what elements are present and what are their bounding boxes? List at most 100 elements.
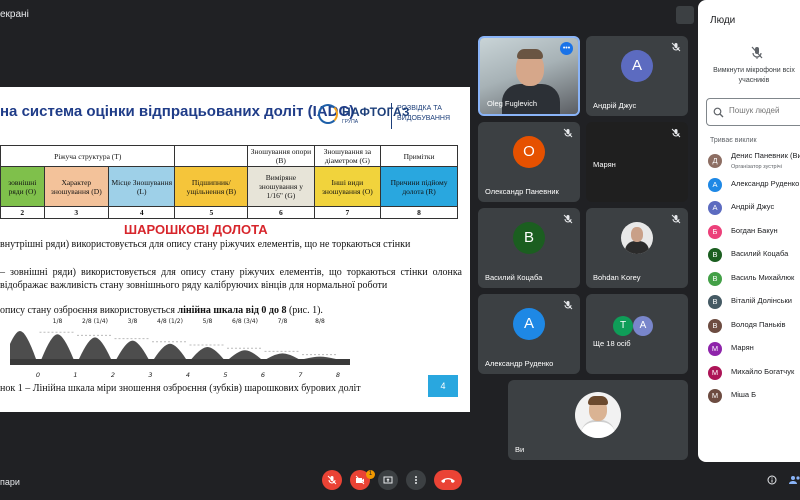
self-photo bbox=[575, 392, 621, 439]
table-head-empty bbox=[174, 145, 249, 167]
list-item[interactable]: М Михайло Богатчук bbox=[698, 362, 800, 386]
avatar: А bbox=[633, 316, 653, 336]
avatar-photo-head bbox=[631, 227, 643, 243]
hang-up-icon bbox=[441, 478, 455, 483]
leave-call-button[interactable] bbox=[434, 470, 462, 490]
mic-off-icon bbox=[671, 42, 681, 52]
person-name: Андрій Джус bbox=[731, 202, 775, 211]
avatar: Д bbox=[708, 154, 722, 168]
scale-top-label: 2/8 (1/4) bbox=[82, 318, 108, 325]
mic-off-icon bbox=[327, 475, 337, 485]
scale-tooth bbox=[229, 350, 261, 359]
table-num: 7 bbox=[313, 206, 382, 219]
person-name: Василий Коцаба bbox=[731, 249, 789, 258]
list-item[interactable]: В Василь Михайлюк bbox=[698, 268, 800, 292]
list-item[interactable]: М Міша Б bbox=[698, 385, 800, 409]
tile-aleksandr-rudenko[interactable]: А Александр Руденко bbox=[478, 294, 580, 374]
scale-top-label: 5/8 bbox=[203, 318, 213, 325]
mute-all-button[interactable]: Вимкнути мікрофони всіх учасників bbox=[700, 66, 800, 86]
list-item[interactable]: М Марян bbox=[698, 338, 800, 362]
list-item[interactable]: В Василий Коцаба bbox=[698, 244, 800, 268]
scale-bottom-label: 7 bbox=[298, 371, 303, 379]
avatar: А bbox=[621, 50, 653, 83]
avatar: О bbox=[513, 136, 545, 169]
participant-name: Андрій Джус bbox=[593, 101, 637, 110]
info-button[interactable] bbox=[762, 470, 782, 490]
tile-more-participants[interactable]: Т А Ще 18 осіб bbox=[586, 294, 688, 374]
list-item[interactable]: Б Богдан Бакун bbox=[698, 221, 800, 245]
avatar: М bbox=[708, 365, 722, 380]
avatar: А bbox=[513, 308, 545, 341]
present-button[interactable] bbox=[378, 470, 398, 490]
table-cell-location: Місце Зношування (L) bbox=[107, 166, 176, 207]
tile-marian[interactable]: Марян bbox=[586, 122, 688, 202]
person-name: Михайло Богатчук bbox=[731, 366, 795, 376]
scale-bottom-label: 0 bbox=[36, 371, 40, 379]
person-name: Василь Михайлюк bbox=[731, 272, 795, 282]
slide-title: на система оцінки відпрацьованих доліт (… bbox=[0, 103, 355, 120]
search-input[interactable] bbox=[729, 106, 800, 115]
mic-toggle-button[interactable] bbox=[322, 470, 342, 490]
logo-tagline: РОЗВІДКА ТА ВИДОБУВАННЯ bbox=[397, 105, 451, 122]
scale-tooth bbox=[79, 337, 111, 359]
avatar: В bbox=[708, 271, 722, 286]
scale-top-label: 1/8 bbox=[53, 318, 63, 325]
scale-top-label: 6/8 (3/4) bbox=[232, 318, 258, 325]
shared-slide: на система оцінки відпрацьованих доліт (… bbox=[0, 87, 470, 412]
top-bar: екрані bbox=[0, 0, 700, 30]
scale-tooth bbox=[10, 331, 36, 359]
more-options-button[interactable] bbox=[406, 470, 426, 490]
scale-bottom-label: 4 bbox=[186, 371, 190, 379]
participant-list: Д Денис Паневник (Ви) Організатор зустрічі… bbox=[698, 150, 800, 409]
more-participants-label: Ще 18 осіб bbox=[593, 339, 631, 348]
tile-self[interactable]: Ви bbox=[508, 380, 688, 460]
speaking-indicator-icon: ••• bbox=[560, 42, 573, 55]
tile-oleksandr-panevnyk[interactable]: О Олександр Паневник bbox=[478, 122, 580, 202]
tile-vasyl-kotsaba[interactable]: В Василий Коцаба bbox=[478, 208, 580, 288]
person-role: Організатор зустрічі bbox=[731, 164, 782, 170]
avatar: А bbox=[708, 201, 722, 215]
list-item[interactable]: А Андрій Джус bbox=[698, 197, 800, 221]
avatar: В bbox=[708, 318, 722, 333]
list-item[interactable]: А Александр Руденко bbox=[698, 174, 800, 198]
page-number: 4 bbox=[428, 375, 458, 397]
camera-off-icon bbox=[355, 475, 365, 485]
list-item[interactable]: Д Денис Паневник (Ви) Організатор зустрічі bbox=[698, 150, 800, 174]
people-button[interactable] bbox=[784, 470, 800, 490]
presenting-label: екрані bbox=[0, 9, 29, 20]
mic-off-icon bbox=[563, 128, 573, 138]
paragraph-inner-rows: внутрішні ряди) використовується для опи… bbox=[0, 239, 411, 250]
people-icon bbox=[789, 476, 800, 484]
person-name: Володя Паньків bbox=[731, 319, 786, 329]
participant-name: Марян bbox=[593, 160, 616, 169]
tile-bohdan-korey[interactable]: Bohdan Korey bbox=[586, 208, 688, 288]
participant-name: Bohdan Korey bbox=[593, 273, 641, 282]
naftogaz-logo: НАФТОГАЗ ГРУПА РОЗВІДКА ТА ВИДОБУВАННЯ bbox=[318, 101, 468, 131]
avatar: В bbox=[708, 295, 722, 309]
tile-oleg-fuglevich[interactable]: ••• Oleg Fuglevich bbox=[478, 36, 580, 116]
person-name: Марян bbox=[731, 343, 754, 352]
scale-bottom-label: 1 bbox=[73, 371, 77, 379]
wear-scale-figure: 1/8 2/8 (1/4) 3/8 4/8 (1/2) 5/8 6/8 (3/4) 7/8 8… bbox=[10, 318, 350, 379]
naftogaz-logo-icon bbox=[318, 104, 338, 124]
layout-button[interactable] bbox=[676, 6, 694, 24]
scale-top-label: 8/8 bbox=[315, 318, 325, 325]
meeting-title: пари bbox=[0, 477, 20, 487]
table-num: 2 bbox=[0, 206, 45, 219]
figure-caption: нок 1 – Лінійна шкала міри зношення озбр… bbox=[0, 383, 361, 394]
mute-all-icon[interactable] bbox=[751, 46, 763, 60]
logo-brand-sub: ГРУПА bbox=[342, 119, 359, 125]
person-name: Александр Руденко bbox=[731, 178, 800, 188]
list-item[interactable]: В Віталій Долінськи bbox=[698, 291, 800, 315]
search-box[interactable] bbox=[706, 98, 800, 126]
section-heading: ШАРОШКОВІ ДОЛОТА bbox=[124, 222, 268, 237]
participant-name: Oleg Fuglevich bbox=[487, 99, 538, 108]
table-cell-reason: Причини підйому долота (R) bbox=[380, 166, 458, 207]
search-icon bbox=[713, 107, 724, 118]
scale-bottom-label: 6 bbox=[261, 371, 265, 379]
list-item[interactable]: В Володя Паньків bbox=[698, 315, 800, 339]
avatar: Т bbox=[613, 316, 633, 336]
bottom-bar: пари bbox=[0, 462, 800, 500]
info-icon bbox=[767, 475, 777, 485]
tile-andrii-dzhus[interactable]: А Андрій Джус bbox=[586, 36, 688, 116]
